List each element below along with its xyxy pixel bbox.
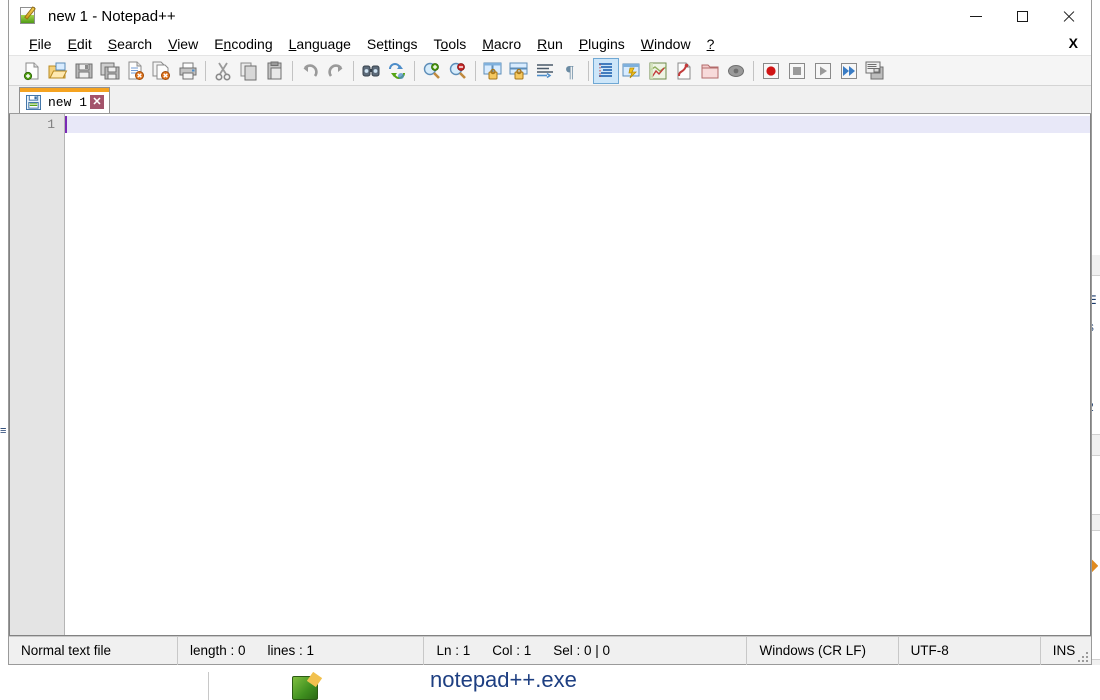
- line-number: 1: [47, 117, 55, 132]
- status-bar: Normal text file length : 0 lines : 1 Ln…: [9, 636, 1091, 665]
- status-encoding: UTF-8: [899, 636, 1041, 665]
- word-wrap-icon[interactable]: [532, 58, 558, 84]
- status-length-lines: length : 0 lines : 1: [178, 636, 425, 665]
- minimize-button[interactable]: [953, 0, 999, 32]
- tab-label: new 1: [48, 94, 88, 110]
- folder-workspace-icon[interactable]: [697, 58, 723, 84]
- user-defined-language-icon[interactable]: [619, 58, 645, 84]
- play-macro-icon[interactable]: [810, 58, 836, 84]
- function-list-icon[interactable]: [671, 58, 697, 84]
- resize-grip[interactable]: [1075, 637, 1091, 665]
- copy-icon[interactable]: [236, 58, 262, 84]
- menu-item-language[interactable]: Language: [281, 34, 359, 54]
- zoom-out-icon[interactable]: [445, 58, 471, 84]
- current-line-highlight: [65, 116, 1090, 133]
- menu-item-plugins[interactable]: Plugins: [571, 34, 633, 54]
- status-line: Ln : 1: [436, 643, 471, 658]
- title-bar: new 1 - Notepad++: [9, 0, 1091, 32]
- cut-icon[interactable]: [210, 58, 236, 84]
- menu-item-help[interactable]: ?: [699, 34, 723, 54]
- toolbar-separator: [753, 60, 754, 81]
- background-window-left-sliver: ≡: [0, 425, 8, 480]
- editor-area[interactable]: 1: [9, 114, 1091, 636]
- toolbar-separator: [475, 60, 476, 81]
- toolbar-separator: [414, 60, 415, 81]
- menu-item-view[interactable]: View: [160, 34, 206, 54]
- document-map-icon[interactable]: [645, 58, 671, 84]
- menu-bar: File Edit Search View Encoding Language …: [9, 32, 1091, 56]
- menu-item-settings[interactable]: Settings: [359, 34, 426, 54]
- open-file-icon[interactable]: [45, 58, 71, 84]
- replace-icon[interactable]: [384, 58, 410, 84]
- paste-icon[interactable]: [262, 58, 288, 84]
- close-button[interactable]: [1045, 0, 1091, 32]
- monitoring-icon[interactable]: [723, 58, 749, 84]
- fast-playback-icon[interactable]: [836, 58, 862, 84]
- status-column: Col : 1: [492, 643, 532, 658]
- menu-item-window[interactable]: Window: [633, 34, 699, 54]
- undo-icon[interactable]: [297, 58, 323, 84]
- toolbar-separator: [292, 60, 293, 81]
- toolbar-separator: [353, 60, 354, 81]
- show-all-characters-icon[interactable]: ¶: [558, 58, 584, 84]
- background-app-icon: [292, 676, 318, 700]
- floppy-save-icon: [26, 94, 41, 110]
- new-file-icon[interactable]: [19, 58, 45, 84]
- tab-close-glyph: ✕: [92, 95, 102, 108]
- close-file-icon[interactable]: [123, 58, 149, 84]
- menu-item-file[interactable]: File: [21, 34, 60, 54]
- window-title: new 1 - Notepad++: [48, 7, 176, 25]
- tab-close-button[interactable]: ✕: [90, 95, 105, 109]
- menu-item-encoding[interactable]: Encoding: [206, 34, 280, 54]
- screen-root: ≡ ☰ $ 2 ◆ notepad++.exe new 1 - Notepad+…: [0, 0, 1100, 700]
- status-file-type: Normal text file: [9, 636, 178, 665]
- tab-active-accent: [20, 88, 110, 92]
- menu-item-tools[interactable]: Tools: [426, 34, 475, 54]
- notepad-plus-plus-window: new 1 - Notepad++ File Edit Search View …: [8, 0, 1092, 665]
- status-caret-position: Ln : 1 Col : 1 Sel : 0 | 0: [424, 636, 748, 665]
- find-icon[interactable]: [358, 58, 384, 84]
- menu-item-edit[interactable]: Edit: [60, 34, 100, 54]
- save-all-icon[interactable]: [97, 58, 123, 84]
- print-icon[interactable]: [175, 58, 201, 84]
- stop-macro-icon[interactable]: [784, 58, 810, 84]
- save-macro-icon[interactable]: [862, 58, 888, 84]
- line-number-gutter: 1: [10, 114, 65, 635]
- status-length: length : 0: [189, 643, 246, 658]
- document-tab-bar: new 1 ✕: [9, 86, 1091, 114]
- window-controls: [953, 0, 1091, 32]
- maximize-button[interactable]: [999, 0, 1045, 32]
- background-taskbar-item: notepad++.exe: [180, 672, 880, 700]
- toolbar-separator: [588, 60, 589, 81]
- menu-item-macro[interactable]: Macro: [474, 34, 529, 54]
- record-macro-icon[interactable]: [758, 58, 784, 84]
- zoom-in-icon[interactable]: [419, 58, 445, 84]
- menu-item-search[interactable]: Search: [100, 34, 160, 54]
- background-app-label: notepad++.exe: [430, 672, 577, 692]
- background-left-glyph: ≡: [0, 425, 7, 437]
- document-tab-new-1[interactable]: new 1 ✕: [19, 87, 111, 113]
- save-icon[interactable]: [71, 58, 97, 84]
- redo-icon[interactable]: [323, 58, 349, 84]
- status-insert-mode: INS: [1052, 643, 1076, 658]
- toolbar-separator: [205, 60, 206, 81]
- text-editor-canvas[interactable]: [65, 114, 1090, 635]
- show-indent-guide-icon[interactable]: [593, 57, 619, 84]
- status-eol-format: Windows (CR LF): [747, 636, 899, 665]
- app-icon: [19, 6, 39, 26]
- status-selection: Sel : 0 | 0: [553, 643, 611, 658]
- sync-vertical-scroll-icon[interactable]: [480, 58, 506, 84]
- menu-item-run[interactable]: Run: [529, 34, 571, 54]
- close-document-button[interactable]: X: [1064, 34, 1083, 52]
- text-caret: [65, 116, 67, 133]
- status-lines: lines : 1: [267, 643, 315, 658]
- close-all-files-icon[interactable]: [149, 58, 175, 84]
- sync-horizontal-scroll-icon[interactable]: [506, 58, 532, 84]
- toolbar: ¶: [9, 56, 1091, 86]
- svg-text:¶: ¶: [566, 62, 574, 81]
